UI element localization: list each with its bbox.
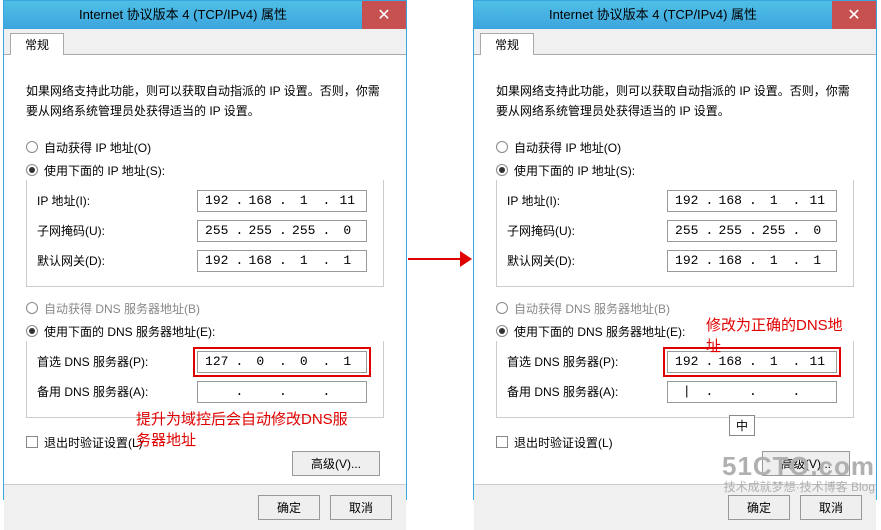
tab-general[interactable]: 常规 (10, 33, 64, 55)
gateway-input[interactable]: 192. 168. 1. 1 (667, 250, 837, 272)
cancel-button[interactable]: 取消 (330, 495, 392, 520)
watermark-slogan: 技术成就梦想·技术博客 Blog (722, 481, 875, 494)
subnet-mask-input[interactable]: 255. 255. 255. 0 (667, 220, 837, 242)
arrow-annotation (408, 254, 472, 264)
ip-group: 自动获得 IP 地址(O) 使用下面的 IP 地址(S): IP 地址(I): … (496, 136, 854, 287)
radio-icon (26, 164, 38, 176)
ip-address-input[interactable]: 192. 168. 1. 11 (667, 190, 837, 212)
ok-button[interactable]: 确定 (258, 495, 320, 520)
dns-primary-input[interactable]: 127. 0. 0. 1 (197, 351, 367, 373)
checkbox-icon (496, 436, 508, 448)
radio-ip-manual-label: 使用下面的 IP 地址(S): (44, 162, 165, 179)
radio-icon (496, 141, 508, 153)
label-subnet: 子网掩码(U): (507, 222, 667, 239)
validate-checkbox-row[interactable]: 退出时验证设置(L) (486, 428, 864, 451)
arrow-head-icon (460, 251, 472, 267)
ip-group: 自动获得 IP 地址(O) 使用下面的 IP 地址(S): IP 地址(I): … (26, 136, 384, 287)
label-dns-alt: 备用 DNS 服务器(A): (37, 383, 197, 400)
dns-group: 自动获得 DNS 服务器地址(B) 使用下面的 DNS 服务器地址(E): 首选… (496, 297, 854, 418)
titlebar: Internet 协议版本 4 (TCP/IPv4) 属性 ✕ (4, 1, 406, 29)
dns-fieldset: 首选 DNS 服务器(P): 127. 0. 0. 1 备用 DNS 服务器(A… (26, 341, 384, 418)
radio-icon (26, 302, 38, 314)
window-title: Internet 协议版本 4 (TCP/IPv4) 属性 (474, 1, 832, 29)
radio-dns-auto-label: 自动获得 DNS 服务器地址(B) (514, 300, 670, 317)
advanced-button[interactable]: 高级(V)... (292, 451, 380, 476)
validate-label: 退出时验证设置(L) (514, 434, 613, 451)
watermark-domain: 51CTO.com (722, 452, 875, 481)
dialog-footer: 确定 取消 (4, 484, 406, 530)
tab-strip: 常规 (474, 33, 876, 55)
radio-ip-auto-label: 自动获得 IP 地址(O) (44, 139, 151, 156)
cancel-button[interactable]: 取消 (800, 495, 862, 520)
ip-fieldset: IP 地址(I): 192. 168. 1. 11 子网掩码(U): 255. … (26, 180, 384, 287)
gateway-input[interactable]: 192. 168. 1. 1 (197, 250, 367, 272)
window-title: Internet 协议版本 4 (TCP/IPv4) 属性 (4, 1, 362, 29)
tab-strip: 常规 (4, 33, 406, 55)
radio-icon (26, 325, 38, 337)
label-gateway: 默认网关(D): (37, 252, 197, 269)
radio-icon (496, 164, 508, 176)
dialog-body: 如果网络支持此功能，则可以获取自动指派的 IP 设置。否则，你需要从网络系统管理… (474, 55, 876, 484)
tcpip-properties-dialog-left: Internet 协议版本 4 (TCP/IPv4) 属性 ✕ 常规 如果网络支… (3, 0, 407, 500)
close-button[interactable]: ✕ (362, 1, 406, 29)
label-ip: IP 地址(I): (507, 192, 667, 209)
label-gateway: 默认网关(D): (507, 252, 667, 269)
radio-ip-auto[interactable]: 自动获得 IP 地址(O) (26, 136, 384, 159)
radio-dns-auto: 自动获得 DNS 服务器地址(B) (26, 297, 384, 320)
radio-ip-manual[interactable]: 使用下面的 IP 地址(S): (496, 159, 854, 182)
radio-ip-auto[interactable]: 自动获得 IP 地址(O) (496, 136, 854, 159)
label-ip: IP 地址(I): (37, 192, 197, 209)
radio-icon (496, 302, 508, 314)
radio-icon (496, 325, 508, 337)
label-dns-primary: 首选 DNS 服务器(P): (507, 353, 667, 370)
checkbox-icon (26, 436, 38, 448)
annotation-right: 修改为正确的DNS地址 (706, 315, 854, 357)
radio-ip-auto-label: 自动获得 IP 地址(O) (514, 139, 621, 156)
radio-dns-manual-label: 使用下面的 DNS 服务器地址(E): (514, 323, 685, 340)
label-dns-primary: 首选 DNS 服务器(P): (37, 353, 197, 370)
dns-group: 自动获得 DNS 服务器地址(B) 使用下面的 DNS 服务器地址(E): 首选… (26, 297, 384, 418)
watermark: 51CTO.com 技术成就梦想·技术博客 Blog (722, 452, 875, 494)
label-subnet: 子网掩码(U): (37, 222, 197, 239)
radio-dns-auto-label: 自动获得 DNS 服务器地址(B) (44, 300, 200, 317)
description-text: 如果网络支持此功能，则可以获取自动指派的 IP 设置。否则，你需要从网络系统管理… (486, 65, 864, 134)
radio-icon (26, 141, 38, 153)
description-text: 如果网络支持此功能，则可以获取自动指派的 IP 设置。否则，你需要从网络系统管理… (16, 65, 394, 134)
close-icon: ✕ (847, 5, 860, 25)
radio-dns-manual[interactable]: 使用下面的 DNS 服务器地址(E): (26, 320, 384, 343)
tab-general[interactable]: 常规 (480, 33, 534, 55)
dialog-body: 如果网络支持此功能，则可以获取自动指派的 IP 设置。否则，你需要从网络系统管理… (4, 55, 406, 484)
ip-fieldset: IP 地址(I): 192. 168. 1. 11 子网掩码(U): 255. … (496, 180, 854, 287)
annotation-left: 提升为域控后会自动修改DNS服务器地址 (136, 409, 356, 451)
dns-alt-input[interactable]: . . . (197, 381, 367, 403)
tcpip-properties-dialog-right: Internet 协议版本 4 (TCP/IPv4) 属性 ✕ 常规 如果网络支… (473, 0, 877, 500)
dns-alt-input[interactable]: |. . . (667, 381, 837, 403)
subnet-mask-input[interactable]: 255. 255. 255. 0 (197, 220, 367, 242)
ok-button[interactable]: 确定 (728, 495, 790, 520)
radio-ip-manual[interactable]: 使用下面的 IP 地址(S): (26, 159, 384, 182)
ime-indicator: 中 (729, 415, 755, 436)
close-button[interactable]: ✕ (832, 1, 876, 29)
ip-address-input[interactable]: 192. 168. 1. 11 (197, 190, 367, 212)
close-icon: ✕ (377, 5, 390, 25)
titlebar: Internet 协议版本 4 (TCP/IPv4) 属性 ✕ (474, 1, 876, 29)
radio-dns-manual-label: 使用下面的 DNS 服务器地址(E): (44, 323, 215, 340)
validate-label: 退出时验证设置(L) (44, 434, 143, 451)
label-dns-alt: 备用 DNS 服务器(A): (507, 383, 667, 400)
radio-ip-manual-label: 使用下面的 IP 地址(S): (514, 162, 635, 179)
